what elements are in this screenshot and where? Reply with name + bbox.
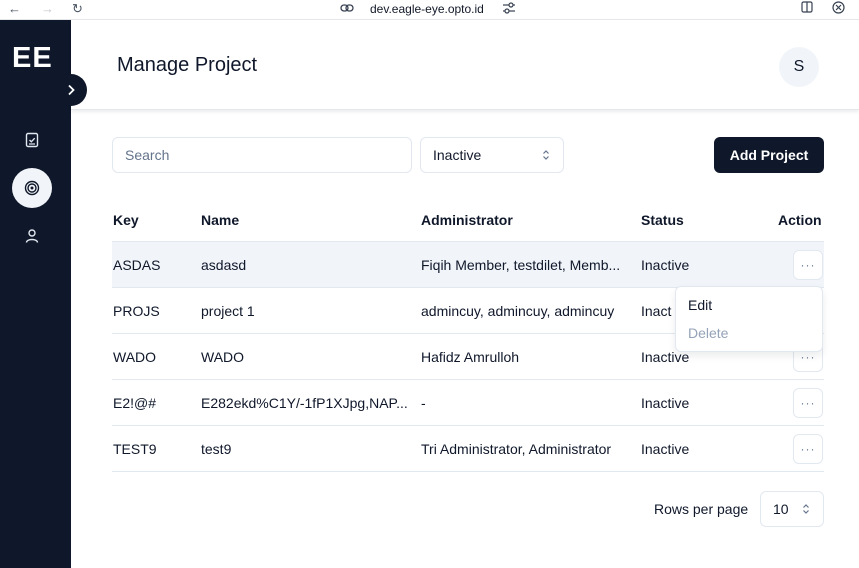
cell-key: TEST9: [113, 441, 157, 457]
cell-name: project 1: [201, 303, 255, 319]
cell-administrator: -: [421, 395, 426, 411]
cell-status: Inactive: [641, 395, 690, 411]
table-row[interactable]: E2!@# E282ekd%C1Y/-1fP1XJpg,NAP... - Ina…: [112, 380, 824, 426]
site-settings-icon[interactable]: [502, 1, 516, 19]
link-icon: [340, 1, 354, 19]
user-avatar[interactable]: S: [779, 47, 819, 87]
chevron-up-down-icon: [801, 503, 811, 516]
cell-administrator: admincuy, admincuy, admincuy: [421, 303, 615, 319]
user-icon: [25, 229, 39, 243]
table-header: Key Name Administrator Status Action: [112, 196, 824, 242]
row-action-menu: Edit Delete: [675, 286, 823, 352]
address-bar-url[interactable]: dev.eagle-eye.opto.id: [370, 2, 484, 16]
row-actions-button[interactable]: ···: [793, 434, 823, 464]
menu-item-delete[interactable]: Delete: [680, 319, 818, 347]
cell-name: WADO: [201, 349, 245, 365]
row-actions-button[interactable]: ···: [793, 250, 823, 280]
column-header-name: Name: [201, 212, 240, 228]
rows-per-page-label: Rows per page: [654, 501, 749, 517]
reload-icon[interactable]: ↻: [72, 1, 83, 17]
more-horizontal-icon: ···: [800, 350, 816, 364]
rows-per-page-value: 10: [773, 501, 789, 517]
page-header: Manage Project S: [71, 20, 859, 110]
cell-key: ASDAS: [113, 257, 161, 273]
more-horizontal-icon: ···: [800, 396, 816, 410]
search-input[interactable]: [112, 137, 412, 173]
cell-key: WADO: [113, 349, 157, 365]
column-header-status: Status: [641, 212, 684, 228]
target-icon: [24, 180, 40, 196]
forward-arrow-icon[interactable]: →: [41, 1, 54, 17]
row-actions-button[interactable]: ···: [793, 388, 823, 418]
cell-name: E282ekd%C1Y/-1fP1XJpg,NAP...: [201, 395, 408, 411]
chevron-up-down-icon: [541, 149, 551, 162]
close-window-icon[interactable]: [832, 1, 845, 18]
chevron-right-icon: [67, 84, 75, 96]
cell-administrator: Tri Administrator, Administrator: [421, 441, 612, 457]
column-header-administrator: Administrator: [421, 212, 513, 228]
split-view-icon[interactable]: [801, 1, 813, 17]
table-row[interactable]: TEST9 test9 Tri Administrator, Administr…: [112, 426, 824, 472]
clipboard-check-icon: [25, 132, 39, 148]
table-row[interactable]: ASDAS asdasd Fiqih Member, testdilet, Me…: [112, 242, 824, 288]
cell-name: test9: [201, 441, 232, 457]
page-title: Manage Project: [117, 54, 258, 76]
cell-status: Inactive: [641, 441, 690, 457]
column-header-action: Action: [778, 212, 822, 228]
sidebar-item-users[interactable]: [12, 216, 52, 256]
cell-key: PROJS: [113, 303, 160, 319]
more-horizontal-icon: ···: [800, 442, 816, 456]
sidebar-item-projects[interactable]: [12, 168, 52, 208]
cell-status: Inactive: [641, 257, 690, 273]
cell-administrator: Fiqih Member, testdilet, Memb...: [421, 257, 621, 273]
cell-name: asdasd: [201, 257, 247, 273]
back-arrow-icon[interactable]: ←: [8, 1, 21, 17]
menu-item-edit[interactable]: Edit: [680, 291, 818, 319]
more-horizontal-icon: ···: [800, 258, 816, 272]
add-project-button[interactable]: Add Project: [714, 137, 824, 173]
cell-key: E2!@#: [113, 395, 157, 411]
rows-per-page-select[interactable]: 10: [760, 491, 824, 527]
status-filter-select[interactable]: Inactive: [420, 137, 564, 173]
status-filter-value: Inactive: [433, 147, 482, 163]
app-logo: EE: [12, 42, 53, 74]
sidebar-item-tasks[interactable]: [12, 120, 52, 160]
column-header-key: Key: [113, 212, 139, 228]
cell-administrator: Hafidz Amrulloh: [421, 349, 520, 365]
browser-toolbar: ← → ↻ dev.eagle-eye.opto.id: [0, 0, 859, 20]
sidebar-toggle-button[interactable]: [54, 74, 87, 106]
